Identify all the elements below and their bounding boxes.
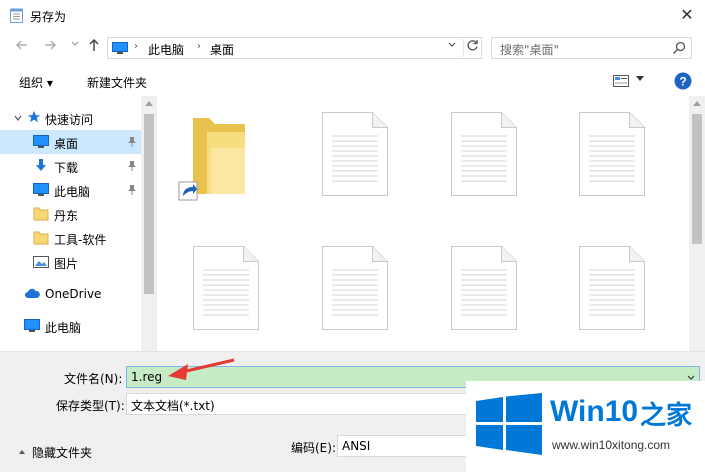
nav-label: 此电脑 [45,321,82,335]
back-button[interactable] [13,38,31,56]
nav-item-tools-software[interactable]: 工具-软件 [0,226,141,250]
caret-down-icon [636,76,644,81]
close-button[interactable]: ✕ [672,2,702,28]
pin-icon[interactable] [127,160,137,172]
encoding-label: 编码(E): [291,441,336,455]
window-title: 另存为 [30,10,67,24]
chevron-down-icon [71,41,79,46]
text-file-icon[interactable] [579,112,645,196]
nav-label: 桌面 [54,137,79,151]
scroll-up-icon[interactable] [145,101,153,106]
text-file-icon[interactable] [451,112,517,196]
watermark-brand-suffix: 之家 [640,401,693,431]
nav-item-desktop[interactable]: 桌面 [0,130,141,154]
svg-text:?: ? [679,75,686,89]
navigation-pane: 快速访问 桌面 下载 此电脑 丹东 工具-软件 图片 OneDrive 此电脑 [0,96,157,351]
address-dropdown[interactable] [445,40,459,56]
hide-folders-toggle[interactable]: 隐藏文件夹 [32,444,92,461]
watermark: Win10 之家 www.win10xitong.com [466,381,705,472]
nav-item-pictures[interactable]: 图片 [0,250,141,274]
pin-icon[interactable] [127,136,137,148]
nav-label: OneDrive [45,287,102,301]
nav-label: 图片 [54,257,79,271]
nav-item-onedrive[interactable]: OneDrive [0,282,141,306]
help-icon[interactable]: ? [674,72,692,90]
pictures-icon [33,256,49,268]
text-file-icon[interactable] [579,246,645,330]
command-toolbar: 组织 ▾ 新建文件夹 [0,66,705,96]
download-icon [36,159,46,171]
watermark-url: www.win10xitong.com [552,438,671,452]
text-file-icon[interactable] [451,246,517,330]
nav-item-this-pc-pinned[interactable]: 此电脑 [0,178,141,202]
notepad-icon [10,8,23,23]
annotation-arrow-icon [168,358,235,380]
caret-up-icon[interactable] [18,448,26,456]
watermark-brand: Win10 [550,395,639,428]
chevron-down-icon[interactable] [14,114,22,122]
encoding-value: ANSI [342,439,371,453]
view-dropdown[interactable] [635,73,645,86]
view-options-icon[interactable] [613,75,629,87]
text-file-icon[interactable] [322,246,388,330]
file-item-folder-shortcut[interactable] [177,112,257,204]
nav-item-dandong[interactable]: 丹东 [0,202,141,226]
pc-icon [33,183,49,196]
breadcrumb-separator: › [197,41,201,52]
address-row: › 此电脑 › 桌面 搜索"桌面" [0,30,705,66]
arrow-up-icon [89,38,99,51]
scrollbar-thumb[interactable] [144,114,154,294]
folder-icon [178,118,245,201]
search-icon [672,41,686,55]
nav-label: 快速访问 [45,113,94,127]
nav-item-this-pc[interactable]: 此电脑 [0,314,141,338]
breadcrumb-separator: › [134,41,138,52]
nav-item-downloads[interactable]: 下载 [0,154,141,178]
recent-locations-button[interactable] [66,38,84,56]
address-bar[interactable]: › 此电脑 › 桌面 [107,37,482,59]
up-button[interactable] [85,38,103,56]
folder-icon [33,207,49,221]
arrow-left-icon [15,40,27,50]
search-placeholder: 搜索"桌面" [500,43,560,57]
nav-label: 工具-软件 [54,233,107,247]
text-file-icon[interactable] [322,112,388,196]
desktop-icon [33,135,49,148]
new-folder-button[interactable]: 新建文件夹 [87,74,147,91]
arrow-right-icon [45,40,57,50]
title-bar: 另存为 ✕ [0,0,705,30]
file-list-scrollbar[interactable] [689,96,705,351]
refresh-icon [467,40,478,51]
star-icon [27,110,41,123]
folder-icon [33,231,49,245]
scrollbar-thumb[interactable] [692,114,702,244]
breadcrumb-this-pc[interactable]: 此电脑 [148,41,184,58]
pc-icon [24,319,40,332]
forward-button[interactable] [41,38,59,56]
nav-scrollbar[interactable] [141,96,157,351]
text-file-icon[interactable] [193,246,259,330]
encoding-select[interactable]: ANSI [337,435,485,457]
refresh-button[interactable] [463,39,481,57]
nav-label: 下载 [54,161,79,175]
chevron-down-icon [448,42,456,47]
filetype-value: 文本文档(*.txt) [131,399,215,413]
filename-value: 1.reg [131,370,163,384]
breadcrumb-desktop[interactable]: 桌面 [210,41,234,58]
pin-icon[interactable] [127,184,137,196]
organize-menu[interactable]: 组织 ▾ [19,74,53,91]
nav-label: 此电脑 [54,185,91,199]
pc-icon [112,42,128,54]
nav-label: 丹东 [54,209,79,223]
scroll-up-icon[interactable] [693,101,701,106]
windows-logo-icon [476,393,542,455]
filetype-label: 保存类型(T): [56,399,125,413]
cloud-icon [25,288,40,298]
nav-item-quick-access[interactable]: 快速访问 [0,106,141,130]
filename-label: 文件名(N): [64,372,123,386]
search-input[interactable]: 搜索"桌面" [491,37,692,59]
